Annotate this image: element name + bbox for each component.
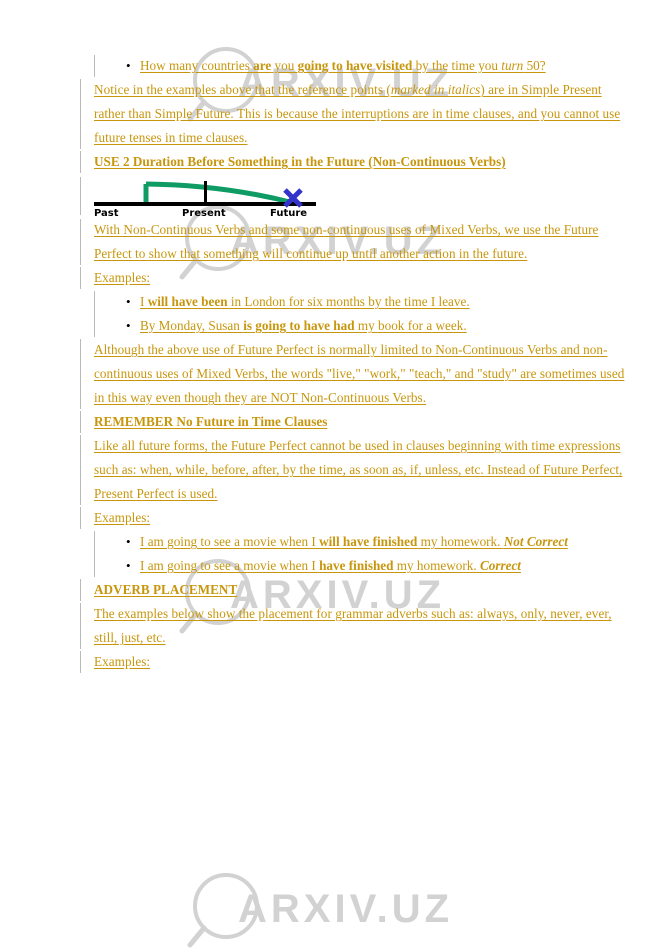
timeline-label-present: Present <box>182 208 226 216</box>
list-item: I will have been in London for six month… <box>126 290 625 314</box>
heading-text: USE 2 Duration Before Something in the F… <box>94 154 506 169</box>
examples-label: Examples: <box>94 270 151 285</box>
paragraph-adverbs: The examples below show the placement fo… <box>80 602 625 650</box>
list-item-text: By Monday, Susan is going to have had my… <box>140 318 467 333</box>
timeline-curve <box>145 181 295 206</box>
list: How many countries are you going to have… <box>94 54 625 78</box>
list-item: I am going to see a movie when I have fi… <box>126 554 625 578</box>
list-item: By Monday, Susan is going to have had my… <box>126 314 625 338</box>
paragraph-like-all: Like all future forms, the Future Perfec… <box>80 434 625 506</box>
paragraph-text: Although the above use of Future Perfect… <box>94 342 625 405</box>
paragraph-text: The examples below show the placement fo… <box>94 606 612 645</box>
document-page: How many countries are you going to have… <box>0 0 661 935</box>
list: I am going to see a movie when I will ha… <box>94 530 625 578</box>
examples-label: Examples: <box>94 654 151 669</box>
heading-use-2: USE 2 Duration Before Something in the F… <box>80 150 625 174</box>
heading-adverb-placement: ADVERB PLACEMENT <box>80 578 625 602</box>
paragraph-although: Although the above use of Future Perfect… <box>80 338 625 410</box>
heading-remember: REMEMBER No Future in Time Clauses <box>80 410 625 434</box>
document-body: How many countries are you going to have… <box>80 54 625 674</box>
paragraph-text: Notice in the examples above that the re… <box>94 82 621 145</box>
timeline-present-tick <box>204 181 207 205</box>
timeline-label-future: Future <box>270 208 307 216</box>
bullet-list-1: How many countries are you going to have… <box>80 54 625 78</box>
list: I will have been in London for six month… <box>94 290 625 338</box>
list-item: How many countries are you going to have… <box>126 54 625 78</box>
paragraph-text: With Non-Continuous Verbs and some non-c… <box>94 222 599 261</box>
timeline-axis <box>94 202 316 206</box>
paragraph-text: Like all future forms, the Future Perfec… <box>94 438 623 501</box>
list-item-text: I will have been in London for six month… <box>140 294 470 309</box>
heading-text: ADVERB PLACEMENT <box>94 582 238 597</box>
heading-text: REMEMBER No Future in Time Clauses <box>94 414 328 429</box>
paragraph-notice: Notice in the examples above that the re… <box>80 78 625 150</box>
timeline-diagram: Past Present Future <box>94 176 625 216</box>
list-item-text: I am going to see a movie when I will ha… <box>140 534 568 549</box>
list-item: I am going to see a movie when I will ha… <box>126 530 625 554</box>
label-examples-1: Examples: <box>80 266 625 290</box>
timeline-figure: Past Present Future <box>80 176 625 216</box>
list-item-text: I am going to see a movie when I have fi… <box>140 558 521 573</box>
timeline-label-past: Past <box>94 208 119 216</box>
list-item-text: How many countries are you going to have… <box>140 58 546 73</box>
bullet-list-3: I am going to see a movie when I will ha… <box>80 530 625 578</box>
examples-label: Examples: <box>94 510 151 525</box>
bullet-list-2: I will have been in London for six month… <box>80 290 625 338</box>
paragraph-non-continuous: With Non-Continuous Verbs and some non-c… <box>80 218 625 266</box>
label-examples-2: Examples: <box>80 506 625 530</box>
label-examples-3: Examples: <box>80 650 625 674</box>
